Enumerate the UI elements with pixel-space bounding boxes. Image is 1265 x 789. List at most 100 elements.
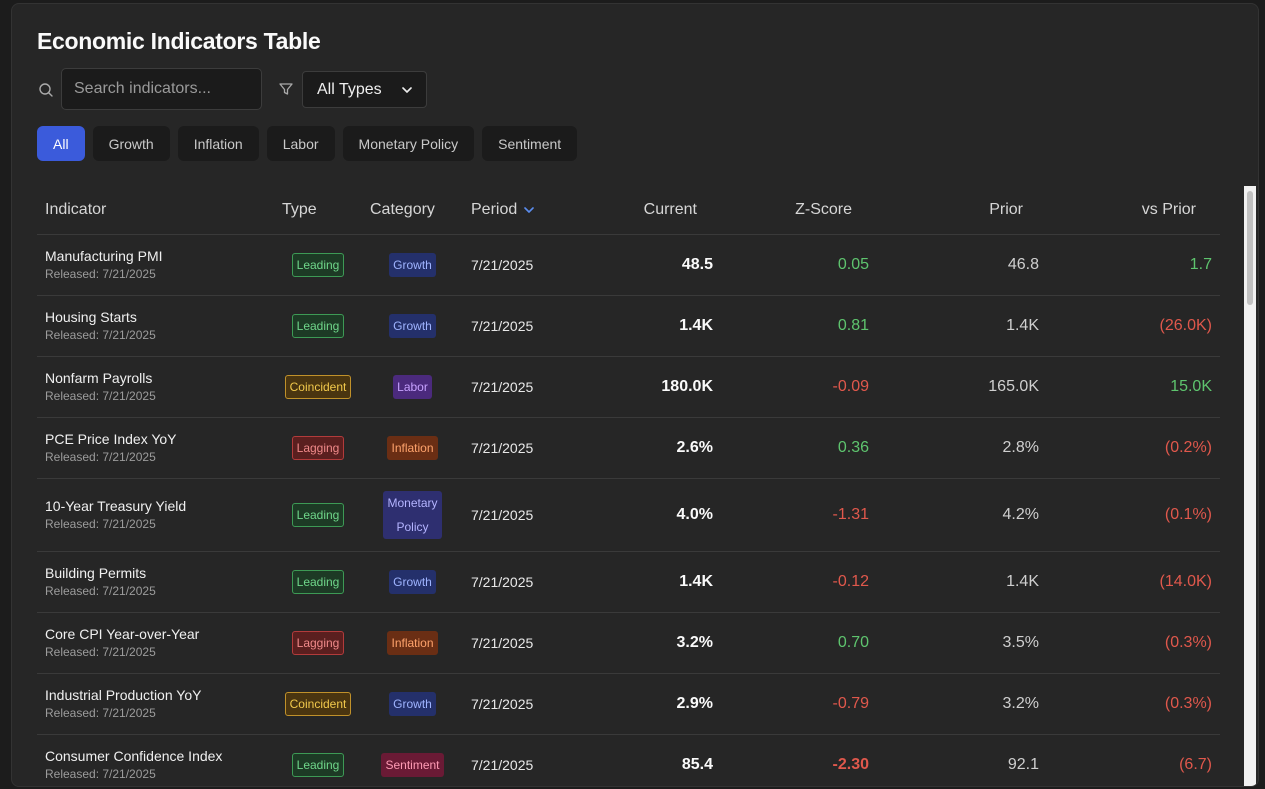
column-header-vs-prior-label: vs Prior <box>1141 200 1196 218</box>
indicator-name: PCE Price Index YoY <box>45 431 177 447</box>
cell-category: Sentiment <box>362 734 463 786</box>
period-value: 7/21/2025 <box>471 573 534 590</box>
cell-indicator: Nonfarm Payrolls Released: 7/21/2025 <box>37 356 274 418</box>
page-title: Economic Indicators Table <box>37 28 321 54</box>
cell-vs-prior: (26.0K) <box>1047 295 1220 357</box>
released-date: Released: 7/21/2025 <box>45 267 156 281</box>
current-value: 48.5 <box>681 255 713 273</box>
chevron-down-icon <box>402 86 412 93</box>
category-badge: Growth <box>389 252 436 277</box>
table-row[interactable]: 10-Year Treasury Yield Released: 7/21/202… <box>37 478 1220 552</box>
category-badge: Monetary Policy <box>383 490 442 539</box>
category-badge: Labor <box>393 374 432 399</box>
table-scrollbar[interactable] <box>1244 186 1256 786</box>
table-body: Manufacturing PMI Released: 7/21/2025 Lead… <box>37 234 1220 786</box>
cell-vs-prior: (0.1%) <box>1047 478 1220 552</box>
table-row[interactable]: Housing Starts Released: 7/21/2025 Leading… <box>37 295 1220 357</box>
cell-vs-prior: 1.7 <box>1047 234 1220 296</box>
zscore-value: -0.12 <box>832 572 869 590</box>
prior-value: 2.8% <box>1002 438 1039 456</box>
search-input[interactable] <box>61 68 262 110</box>
cell-period: 7/21/2025 <box>463 734 583 786</box>
cell-category: Growth <box>362 551 463 613</box>
cell-vs-prior: (0.3%) <box>1047 612 1220 674</box>
cell-zscore: -2.30 <box>721 734 877 786</box>
table-row[interactable]: Building Permits Released: 7/21/2025 Leadi… <box>37 551 1220 613</box>
type-select[interactable]: All Types <box>302 71 427 108</box>
cell-current: 85.4 <box>583 734 721 786</box>
cell-current: 1.4K <box>583 551 721 613</box>
period-value: 7/21/2025 <box>471 439 534 456</box>
cell-indicator: PCE Price Index YoY Released: 7/21/2025 <box>37 417 274 479</box>
category-chip[interactable]: Growth <box>92 126 170 161</box>
column-header-current[interactable]: Current <box>583 186 721 235</box>
type-select-value: All Types <box>317 80 382 98</box>
zscore-value: 0.36 <box>837 438 869 456</box>
category-badge: Growth <box>389 691 436 716</box>
cell-current: 1.4K <box>583 295 721 357</box>
table-row[interactable]: Core CPI Year-over-Year Released: 7/21/20… <box>37 612 1220 674</box>
column-header-category[interactable]: Category <box>362 186 463 235</box>
current-value: 180.0K <box>661 377 713 395</box>
cell-type: Lagging <box>274 417 362 479</box>
chevron-down-icon <box>523 206 534 213</box>
column-header-vs-prior[interactable]: vs Prior <box>1047 186 1220 235</box>
cell-type: Coincident <box>274 673 362 735</box>
released-date: Released: 7/21/2025 <box>45 645 156 659</box>
category-badge: Growth <box>389 313 436 338</box>
indicator-name: Industrial Production YoY <box>45 687 202 703</box>
cell-prior: 92.1 <box>877 734 1047 786</box>
table-row[interactable]: Consumer Confidence Index Released: 7/21/… <box>37 734 1220 786</box>
cell-zscore: -0.79 <box>721 673 877 735</box>
vs-prior-value: (0.1%) <box>1164 505 1212 523</box>
cell-indicator: Consumer Confidence Index Released: 7/21/… <box>37 734 274 786</box>
cell-vs-prior: (0.3%) <box>1047 673 1220 735</box>
column-header-prior[interactable]: Prior <box>877 186 1047 235</box>
table-row[interactable]: Industrial Production YoY Released: 7/21/… <box>37 673 1220 735</box>
table-row[interactable]: Nonfarm Payrolls Released: 7/21/2025 Coinc… <box>37 356 1220 418</box>
prior-value: 3.5% <box>1002 633 1039 651</box>
category-chip[interactable]: All <box>37 126 85 161</box>
type-badge: Coincident <box>284 691 352 716</box>
category-badge: Growth <box>389 569 436 594</box>
indicator-name: Core CPI Year-over-Year <box>45 626 200 642</box>
cell-zscore: -0.09 <box>721 356 877 418</box>
period-value: 7/21/2025 <box>471 317 534 334</box>
type-badge: Leading <box>291 502 345 527</box>
category-chip[interactable]: Sentiment <box>482 126 578 161</box>
cell-prior: 4.2% <box>877 478 1047 552</box>
cell-zscore: 0.81 <box>721 295 877 357</box>
category-badge-line: Policy <box>396 519 429 534</box>
type-badge: Leading <box>291 752 345 777</box>
table-row[interactable]: PCE Price Index YoY Released: 7/21/2025 La… <box>37 417 1220 479</box>
column-header-type[interactable]: Type <box>274 186 362 235</box>
table-row[interactable]: Manufacturing PMI Released: 7/21/2025 Lead… <box>37 234 1220 296</box>
cell-period: 7/21/2025 <box>463 295 583 357</box>
prior-value: 92.1 <box>1007 755 1039 773</box>
search-icon <box>39 83 53 97</box>
current-value: 2.6% <box>676 438 713 456</box>
category-chip[interactable]: Labor <box>266 126 335 161</box>
column-header-current-label: Current <box>643 200 697 218</box>
type-badge: Lagging <box>291 630 345 655</box>
released-date: Released: 7/21/2025 <box>45 328 156 342</box>
cell-period: 7/21/2025 <box>463 356 583 418</box>
prior-value: 1.4K <box>1006 572 1039 590</box>
cell-indicator: Building Permits Released: 7/21/2025 <box>37 551 274 613</box>
cell-period: 7/21/2025 <box>463 551 583 613</box>
cell-prior: 2.8% <box>877 417 1047 479</box>
cell-zscore: 0.05 <box>721 234 877 296</box>
zscore-value: -0.09 <box>832 377 869 395</box>
column-header-period[interactable]: Period <box>463 186 583 235</box>
category-chip[interactable]: Monetary Policy <box>342 126 475 161</box>
category-chip[interactable]: Inflation <box>177 126 259 161</box>
cell-zscore: -1.31 <box>721 478 877 552</box>
cell-category: Monetary Policy <box>362 478 463 552</box>
category-badge: Inflation <box>387 435 438 460</box>
period-value: 7/21/2025 <box>471 506 534 523</box>
column-header-indicator[interactable]: Indicator <box>37 186 274 235</box>
column-header-zscore[interactable]: Z-Score <box>721 186 877 235</box>
scrollbar-thumb[interactable] <box>1247 191 1253 305</box>
current-value: 1.4K <box>679 316 713 334</box>
released-date: Released: 7/21/2025 <box>45 517 156 531</box>
